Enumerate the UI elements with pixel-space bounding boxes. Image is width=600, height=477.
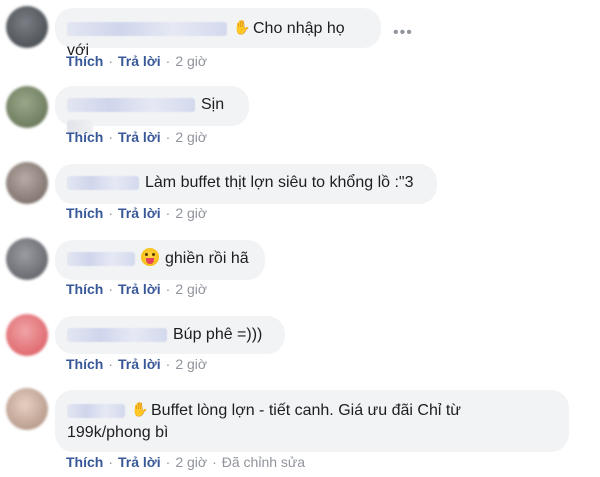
comment-bubble: ✋ Cho nhập họ với — [55, 8, 381, 59]
comment-actions: Thích · Trả lời · 2 giờ · Đã chỉnh sửa — [66, 454, 306, 470]
commenter-name[interactable] — [67, 175, 139, 190]
reply-link[interactable]: Trả lời — [118, 281, 161, 297]
reply-link[interactable]: Trả lời — [118, 53, 161, 69]
comment-actions: Thích · Trả lời · 2 giờ — [66, 129, 208, 145]
comment-bubble: ✋ Buffet lòng lợn - tiết canh. Giá ưu đãi… — [55, 390, 569, 452]
reply-link[interactable]: Trả lời — [118, 205, 161, 221]
reply-link[interactable]: Trả lời — [118, 356, 161, 372]
comment-actions: Thích · Trả lời · 2 giờ — [66, 205, 208, 221]
comment-time[interactable]: 2 giờ — [175, 205, 207, 221]
like-link[interactable]: Thích — [66, 53, 103, 69]
comment-bubble: ghiền rồi hã — [55, 240, 265, 280]
comment-bubble: Sịn — [55, 86, 249, 134]
wave-hand-icon: ✋ — [233, 19, 251, 35]
comment-bubble: Làm buffet thịt lợn siêu to khổng lồ :"3 — [55, 164, 437, 204]
commenter-name[interactable] — [67, 251, 135, 266]
comment-text: Sịn — [201, 96, 225, 113]
edited-label[interactable]: Đã chỉnh sửa — [222, 454, 305, 470]
comment-time[interactable]: 2 giờ — [175, 281, 207, 297]
reply-link[interactable]: Trả lời — [118, 129, 161, 145]
commenter-name[interactable] — [67, 327, 167, 342]
reply-link[interactable]: Trả lời — [118, 454, 161, 470]
like-link[interactable]: Thích — [66, 205, 103, 221]
more-options-icon[interactable]: ••• — [393, 24, 413, 42]
comment-time[interactable]: 2 giờ — [175, 53, 207, 69]
comment-time[interactable]: 2 giờ — [175, 356, 207, 372]
comment-text: Làm buffet thịt lợn siêu to khổng lồ :"3 — [145, 174, 414, 191]
comment-text: ghiền rồi hã — [165, 250, 249, 267]
tongue-emoji-icon — [141, 248, 159, 266]
comment-text-line2: 199k/phong bì — [67, 424, 169, 441]
avatar[interactable] — [6, 6, 48, 48]
comment-time[interactable]: 2 giờ — [175, 129, 207, 145]
comment-bubble: Búp phê =))) — [55, 316, 285, 354]
like-link[interactable]: Thích — [66, 454, 103, 470]
wave-hand-icon: ✋ — [131, 401, 149, 417]
avatar[interactable] — [6, 388, 48, 430]
comment-time[interactable]: 2 giờ — [175, 454, 207, 470]
commenter-name[interactable] — [67, 403, 125, 418]
avatar[interactable] — [6, 86, 48, 128]
like-link[interactable]: Thích — [66, 281, 103, 297]
comment-actions: Thích · Trả lời · 2 giờ — [66, 53, 208, 69]
comment-text-line1: Buffet lòng lợn - tiết canh. Giá ưu đãi … — [151, 402, 461, 419]
avatar[interactable] — [6, 162, 48, 204]
comment-actions: Thích · Trả lời · 2 giờ — [66, 356, 208, 372]
commenter-name[interactable] — [67, 97, 195, 112]
comment-text: Búp phê =))) — [173, 326, 263, 343]
like-link[interactable]: Thích — [66, 356, 103, 372]
avatar[interactable] — [6, 238, 48, 280]
like-link[interactable]: Thích — [66, 129, 103, 145]
comment-actions: Thích · Trả lời · 2 giờ — [66, 281, 208, 297]
avatar[interactable] — [6, 314, 48, 356]
commenter-name[interactable] — [67, 21, 227, 36]
